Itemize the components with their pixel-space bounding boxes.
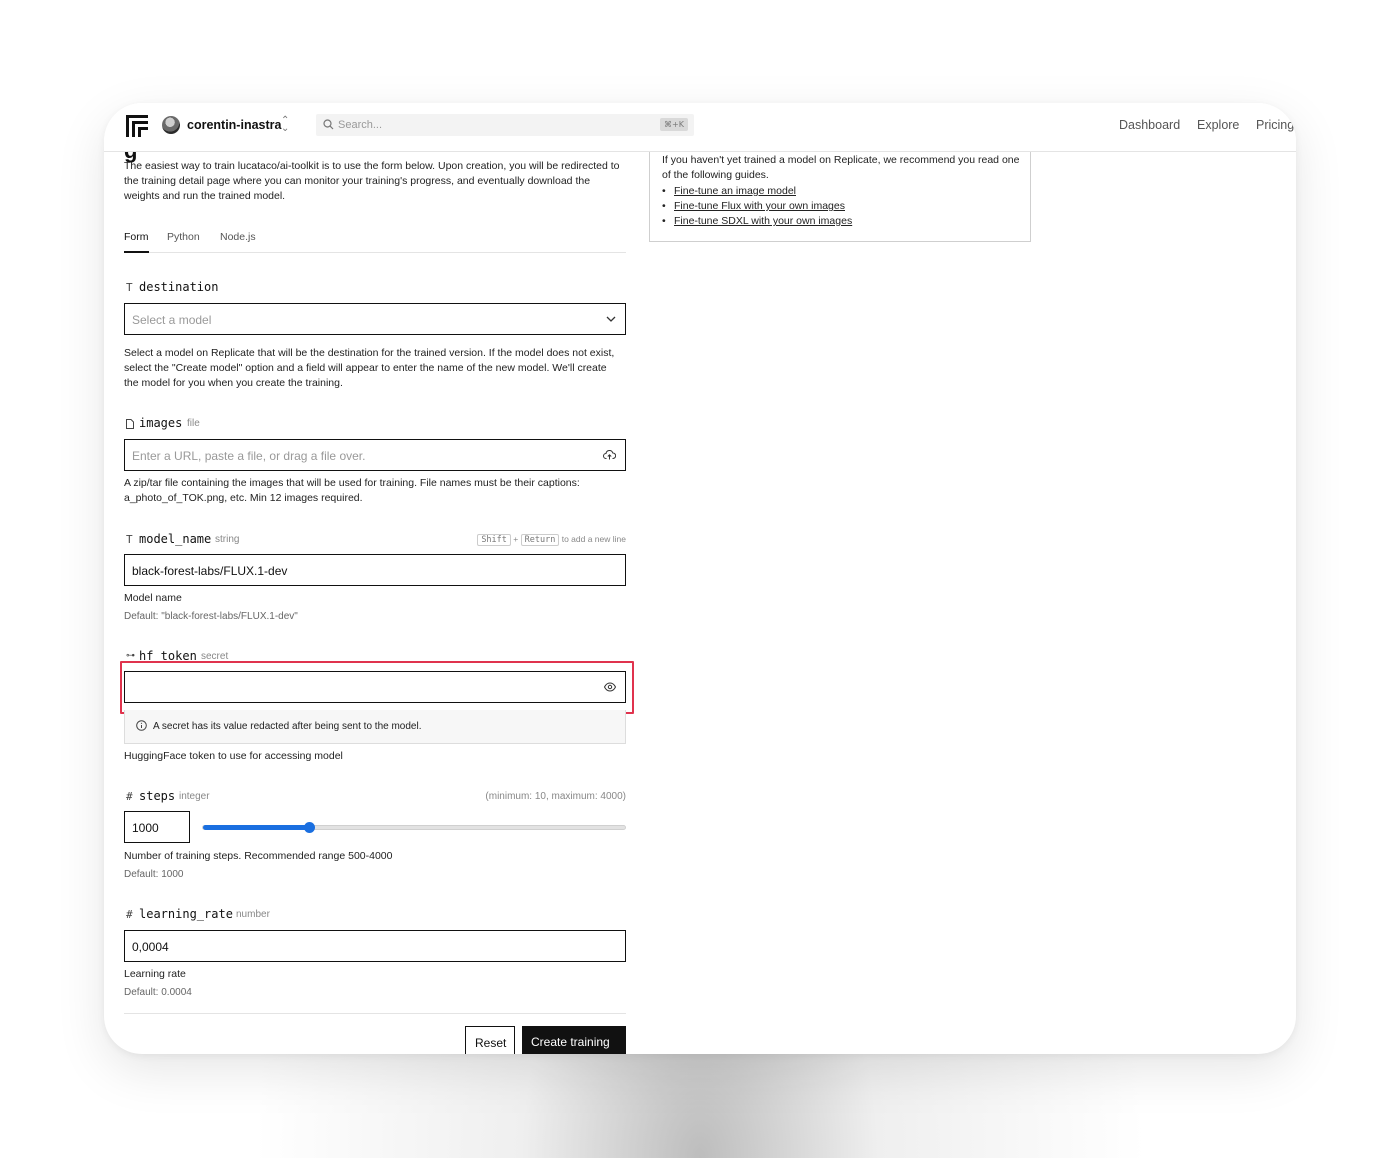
steps-type: integer	[179, 791, 210, 802]
secret-notice-text: A secret has its value redacted after be…	[153, 721, 422, 732]
tab-python[interactable]: Python	[167, 231, 200, 253]
learning-rate-description: Learning rate	[124, 968, 186, 980]
learning-rate-value: 0,0004	[132, 940, 169, 954]
search-input[interactable]: Search... ⌘+K	[316, 114, 694, 136]
guide-item[interactable]: Fine-tune an image model	[662, 184, 852, 199]
guide-item[interactable]: Fine-tune SDXL with your own images	[662, 214, 852, 229]
hf-token-input[interactable]	[124, 671, 626, 703]
steps-slider[interactable]	[202, 822, 626, 833]
tab-bar: Form Python Node.js	[124, 231, 626, 253]
steps-input[interactable]: 1000	[124, 811, 190, 843]
org-switcher-label[interactable]: corentin-inastra	[187, 118, 281, 132]
steps-slider-fill	[203, 825, 309, 830]
images-placeholder: Enter a URL, paste a file, or drag a fil…	[132, 449, 366, 463]
newline-hint: Shift + Return to add a new line	[477, 534, 626, 546]
create-training-button[interactable]: Create training	[522, 1026, 626, 1054]
images-name: images	[139, 416, 183, 430]
file-icon	[126, 419, 134, 429]
model-name-name: model_name	[139, 532, 212, 546]
steps-value: 1000	[132, 821, 159, 835]
eye-icon[interactable]	[604, 682, 616, 692]
steps-label: # steps integer (minimum: 10, maximum: 4…	[124, 789, 626, 805]
nav-dashboard[interactable]: Dashboard	[1119, 118, 1180, 132]
info-icon	[136, 720, 147, 731]
model-name-input[interactable]: black-forest-labs/FLUX.1-dev	[124, 554, 626, 586]
images-input[interactable]: Enter a URL, paste a file, or drag a fil…	[124, 439, 626, 471]
number-type-icon: #	[126, 908, 133, 921]
hint-text: to add a new line	[561, 534, 626, 544]
number-type-icon: #	[126, 790, 133, 803]
images-label: images file	[124, 416, 626, 432]
learning-rate-input[interactable]: 0,0004	[124, 930, 626, 962]
destination-placeholder: Select a model	[132, 313, 212, 327]
guides-intro: If you haven't yet trained a model on Re…	[662, 154, 1020, 181]
tab-nodejs[interactable]: Node.js	[220, 231, 256, 253]
main-content: g The easiest way to train lucataco/ai-t…	[104, 152, 1296, 1054]
return-key: Return	[520, 534, 560, 546]
images-description: A zip/tar file containing the images tha…	[124, 477, 580, 504]
search-icon	[323, 119, 334, 130]
search-shortcut: ⌘+K	[660, 118, 688, 131]
destination-description: Select a model on Replicate that will be…	[124, 347, 615, 389]
tab-form[interactable]: Form	[124, 231, 149, 253]
learning-rate-type: number	[236, 909, 270, 920]
app-window: corentin-inastra ⌃ ⌄ Search... ⌘+K Dashbo…	[104, 103, 1296, 1054]
cloud-upload-icon[interactable]	[603, 450, 616, 460]
destination-select[interactable]: Select a model	[124, 303, 626, 335]
guides-list: Fine-tune an image model Fine-tune Flux …	[662, 184, 852, 229]
model-name-default: Default: "black-forest-labs/FLUX.1-dev"	[124, 611, 298, 622]
learning-rate-default: Default: 0.0004	[124, 987, 192, 998]
reset-button[interactable]: Reset	[465, 1026, 515, 1054]
model-name-type: string	[215, 534, 240, 545]
guide-link[interactable]: Fine-tune an image model	[674, 185, 796, 197]
learning-rate-name: learning_rate	[139, 907, 233, 921]
destination-name: destination	[139, 280, 219, 294]
search-placeholder: Search...	[338, 119, 383, 131]
text-type-icon: T	[126, 281, 133, 294]
hint-plus: +	[513, 534, 519, 544]
steps-default: Default: 1000	[124, 869, 184, 880]
top-navbar: corentin-inastra ⌃ ⌄ Search... ⌘+K Dashbo…	[104, 103, 1296, 152]
guide-link[interactable]: Fine-tune SDXL with your own images	[674, 215, 852, 227]
model-name-description: Model name	[124, 592, 182, 604]
nav-pricing[interactable]: Pricing	[1256, 118, 1294, 132]
model-name-label: T model_name string Shift + Return to ad…	[124, 532, 626, 548]
key-icon: ⊶	[126, 651, 135, 661]
steps-description: Number of training steps. Recommended ra…	[124, 850, 393, 862]
steps-range: (minimum: 10, maximum: 4000)	[485, 791, 626, 802]
steps-slider-thumb[interactable]	[304, 822, 315, 833]
destination-label: T destination	[124, 280, 626, 296]
avatar[interactable]	[162, 116, 180, 134]
replicate-logo[interactable]	[124, 113, 150, 139]
guide-item[interactable]: Fine-tune Flux with your own images	[662, 199, 852, 214]
learning-rate-label: # learning_rate number	[124, 907, 626, 923]
secret-notice: A secret has its value redacted after be…	[124, 710, 626, 744]
model-name-value: black-forest-labs/FLUX.1-dev	[132, 564, 288, 578]
form-divider	[124, 1013, 626, 1014]
chevron-up-down-icon[interactable]: ⌃ ⌄	[281, 116, 289, 134]
intro-text: The easiest way to train lucataco/ai-too…	[124, 160, 620, 202]
chevron-down-icon	[606, 316, 616, 322]
images-type: file	[187, 418, 200, 429]
guides-panel: If you haven't yet trained a model on Re…	[649, 152, 1031, 242]
shift-key: Shift	[477, 534, 511, 546]
text-type-icon: T	[126, 533, 133, 546]
nav-explore[interactable]: Explore	[1197, 118, 1239, 132]
steps-name: steps	[139, 789, 176, 803]
guide-link[interactable]: Fine-tune Flux with your own images	[674, 200, 845, 212]
hf-token-description: HuggingFace token to use for accessing m…	[124, 750, 343, 762]
